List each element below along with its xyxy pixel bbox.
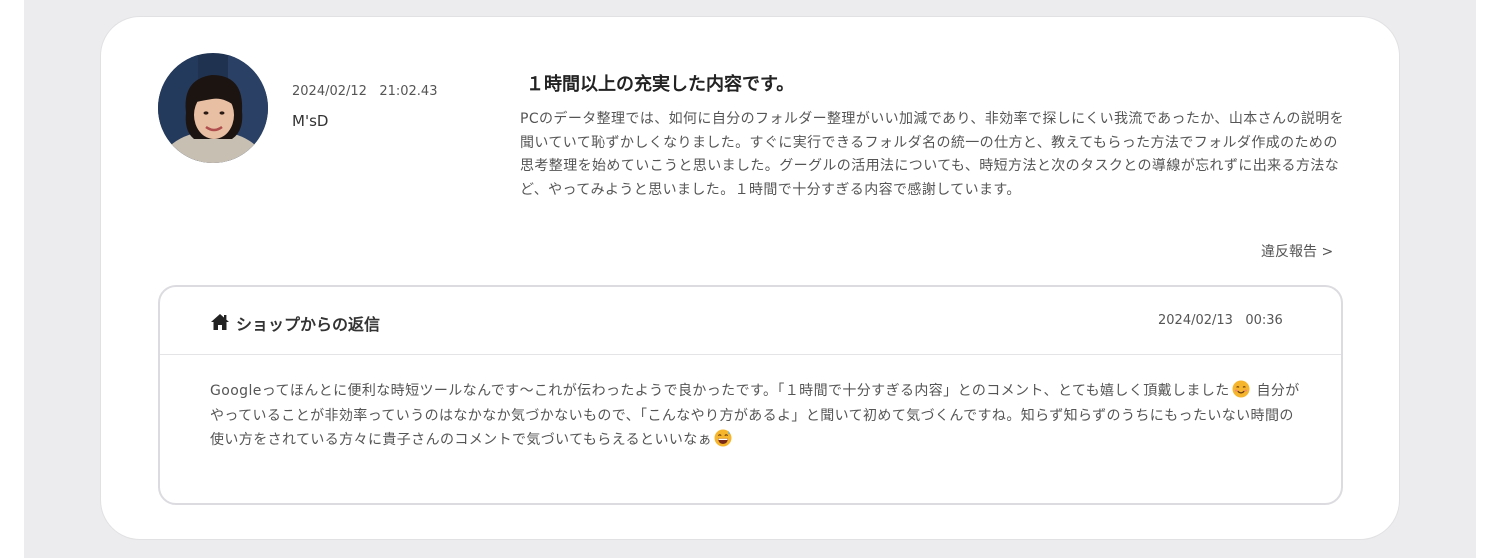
- reviewer-avatar: [158, 53, 268, 163]
- shop-reply-date: 2024/02/13 00:36: [1158, 313, 1283, 328]
- review-date: 2024/02/12 21:02.43: [292, 84, 438, 99]
- reviewer-name: M'sD: [292, 112, 329, 130]
- shop-reply-title: ショップからの返信: [236, 315, 381, 334]
- shop-reply-header: ショップからの返信 2024/02/13 00:36: [160, 287, 1341, 355]
- grinning-sweat-face-emoji-icon: [714, 429, 732, 447]
- home-icon: [210, 313, 230, 331]
- smiling-face-emoji-icon: [1232, 380, 1250, 398]
- review-card: 2024/02/12 21:02.43 M'sD １時間以上の充実した内容です。…: [100, 16, 1400, 540]
- shop-reply-body: Googleってほんとに便利な時短ツールなんです〜これが伝わったようで良かったで…: [210, 379, 1300, 453]
- shop-reply-box: ショップからの返信 2024/02/13 00:36 Googleってほんとに便…: [158, 285, 1343, 505]
- shop-reply-text-part1: Googleってほんとに便利な時短ツールなんです〜これが伝わったようで良かったで…: [210, 383, 1230, 399]
- review-title: １時間以上の充実した内容です。: [526, 74, 795, 95]
- report-violation-link[interactable]: 違反報告 >: [1261, 241, 1333, 261]
- review-body: PCのデータ整理では、如何に自分のフォルダー整理がいい加減であり、非効率で探しに…: [520, 111, 1345, 198]
